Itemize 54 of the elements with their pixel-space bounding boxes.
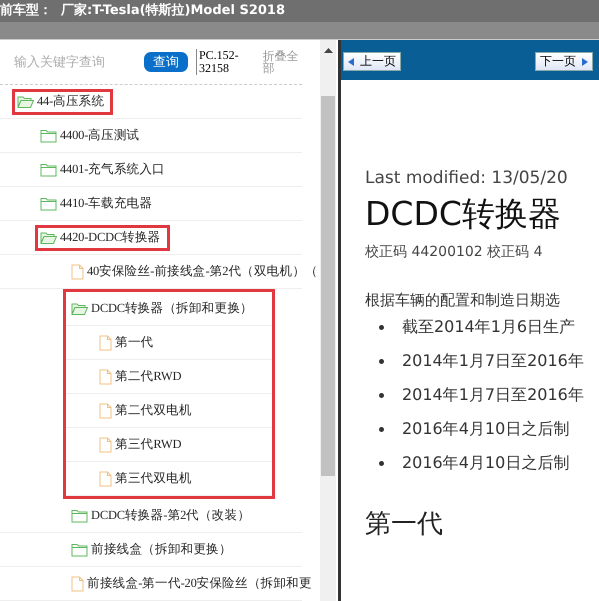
document-icon <box>99 436 112 452</box>
tree-item[interactable]: 第三代RWD <box>94 432 190 458</box>
last-modified-date: Last modified: 13/05/20 <box>365 168 569 188</box>
tree-item[interactable]: 40安保险丝-前接线盒-第2代（双电机）（ <box>66 258 320 284</box>
tree-item[interactable]: DCDC转换器（拆卸和更换） <box>66 296 262 322</box>
list-item-text: 2016年4月10日之后制 <box>402 452 570 474</box>
correction-codes: 校正码 44200102 校正码 4 <box>365 243 544 261</box>
arrow-left-icon <box>348 58 354 66</box>
tree-item[interactable]: 第二代RWD <box>94 364 190 390</box>
tree-item[interactable]: 第一代 <box>94 330 162 356</box>
folder-icon <box>71 542 88 556</box>
folder-icon <box>40 128 57 142</box>
bullet-icon <box>379 358 384 364</box>
folder-open-icon <box>40 230 57 244</box>
tree-item[interactable]: 前接线盒（拆卸和更换） <box>66 536 241 562</box>
document-icon <box>71 576 84 592</box>
document-title: DCDC转换器 <box>365 193 562 235</box>
part-code: PC.152-32158 <box>196 49 244 75</box>
tree-item[interactable]: 4401-充气系统入口 <box>35 156 174 182</box>
bullet-icon <box>379 392 384 398</box>
tree-item[interactable]: 4420-DCDC转换器 <box>35 224 170 250</box>
list-item-text: 截至2014年1月6日生产 <box>402 316 576 338</box>
folder-open-icon <box>71 302 88 316</box>
bullet-icon <box>379 426 384 432</box>
scrollbar-thumb[interactable] <box>321 96 335 476</box>
folder-icon <box>40 196 57 210</box>
tree-item[interactable]: 4400-高压测试 <box>35 122 148 148</box>
tree-item[interactable]: 4410-车载充电器 <box>35 190 162 216</box>
document-icon <box>99 402 112 418</box>
tree-item[interactable]: 44-高压系统 <box>12 88 114 114</box>
list-item-text: 2014年1月7日至2016年 <box>402 350 584 372</box>
bullet-icon <box>379 324 384 330</box>
next-page-button[interactable]: 下一页 <box>535 52 593 71</box>
folder-icon <box>71 508 88 522</box>
previous-page-button[interactable]: 上一页 <box>343 52 401 71</box>
scroll-up-icon[interactable] <box>324 48 332 53</box>
folder-open-icon <box>17 94 34 108</box>
tree-item[interactable]: 第三代双电机 <box>94 466 201 492</box>
section-heading: 第一代 <box>365 508 444 541</box>
intro-paragraph: 根据车辆的配置和制造日期选 <box>365 291 561 310</box>
list-item-text: 2014年1月7日至2016年 <box>402 384 584 406</box>
document-icon <box>99 368 112 384</box>
vehicle-title: 前车型： 厂家:T-Tesla(特斯拉)Model S2018 <box>0 2 286 19</box>
document-icon <box>71 264 84 280</box>
bullet-icon <box>379 460 384 466</box>
arrow-right-icon <box>582 58 588 66</box>
tree-item[interactable]: 前接线盒-第一代-20安保险丝（拆卸和更 <box>66 570 320 596</box>
document-icon <box>99 334 112 350</box>
tree-item[interactable]: DCDC转换器-第2代（改装） <box>66 502 260 528</box>
search-button[interactable]: 查询 <box>144 52 188 72</box>
tree-item[interactable]: 第二代双电机 <box>94 398 201 424</box>
list-item-text: 2016年4月10日之后制 <box>402 418 570 440</box>
document-icon <box>99 470 112 486</box>
folder-icon <box>40 162 57 176</box>
